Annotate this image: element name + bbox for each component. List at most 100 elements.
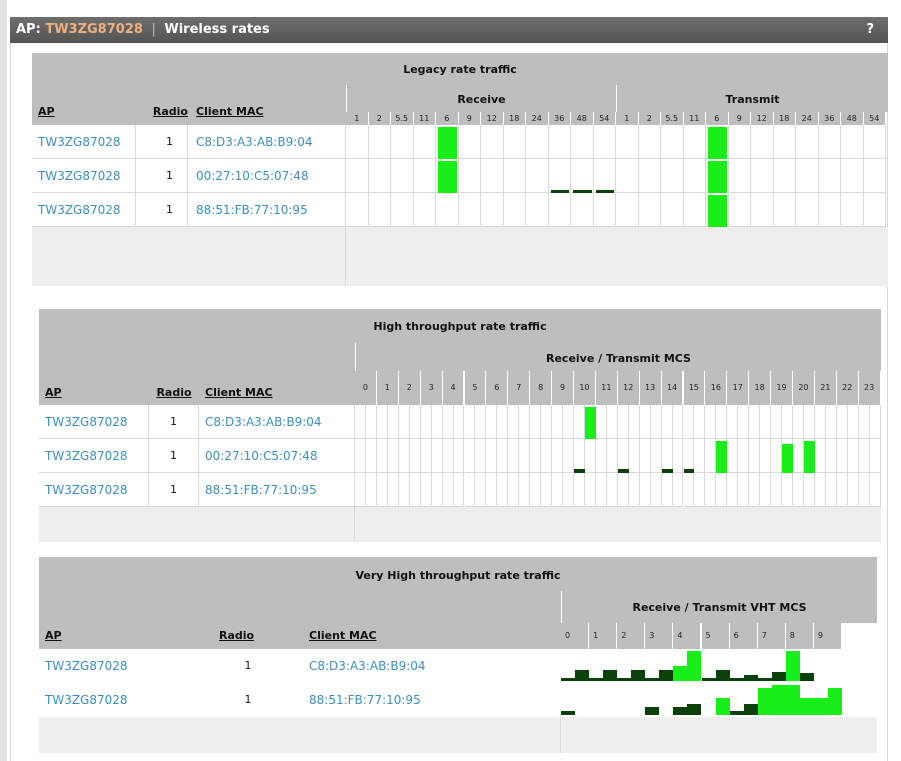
ht-row-client-mac[interactable]: 00:27:10:C5:07:48 (199, 439, 355, 473)
client-mac-column-header[interactable]: Client MAC (299, 623, 561, 649)
vht-row-ap[interactable]: TW3ZG87028 (39, 683, 219, 717)
ht-rx-cell (771, 473, 783, 507)
ht-row-ap[interactable]: TW3ZG87028 (39, 439, 149, 473)
ht-rx-cell (661, 473, 673, 507)
legacy-row-client-mac[interactable]: 88:51:FB:77:10:95 (188, 193, 346, 227)
legacy-tx-cell (661, 159, 684, 193)
ht-mcs-4: 4 (442, 371, 465, 405)
client-mac-column-header[interactable]: Client MAC (188, 99, 346, 125)
radio-column-header[interactable]: Radio (136, 99, 188, 125)
ht-row-ap[interactable]: TW3ZG87028 (39, 473, 149, 507)
ht-rx-cell (771, 405, 783, 439)
legacy-tx-bar-6 (708, 127, 727, 159)
ht-tx-cell (431, 473, 443, 507)
ht-rx-cell (858, 439, 870, 473)
client-mac-column-header-label[interactable]: Client MAC (205, 386, 273, 399)
ht-rx-cell (398, 439, 410, 473)
legacy-row-ap[interactable]: TW3ZG87028 (32, 125, 136, 159)
vht-row-client-mac[interactable]: C8:D3:A3:AB:B9:04 (299, 649, 561, 683)
ht-rx-cell (442, 439, 454, 473)
legacy-tx-cell (616, 193, 639, 227)
vht-mcs-filler (842, 623, 877, 649)
legacy-tx-rate-11: 11 (683, 112, 706, 125)
vht-row-client-mac[interactable]: 88:51:FB:77:10:95 (299, 683, 561, 717)
legacy-row-client-mac[interactable]: C8:D3:A3:AB:B9:04 (188, 125, 346, 159)
legacy-row-client-mac[interactable]: 00:27:10:C5:07:48 (188, 159, 346, 193)
radio-column-header[interactable]: Radio (149, 381, 199, 405)
ht-rx-cell (355, 405, 366, 439)
client-mac-column-header[interactable]: Client MAC (199, 381, 355, 405)
legacy-row-ap[interactable]: TW3ZG87028 (32, 193, 136, 227)
ap-column-header-label[interactable]: AP (45, 386, 62, 399)
legacy-tx-cell (638, 193, 661, 227)
ht-mcs-9: 9 (552, 371, 574, 405)
legacy-tx-cell (841, 193, 864, 227)
radio-column-header-label[interactable]: Radio (153, 105, 188, 118)
ap-column-header[interactable]: AP (39, 623, 219, 649)
ap-column-header-label[interactable]: AP (38, 105, 55, 118)
legacy-tx-cell (616, 125, 639, 159)
ht-row-client-mac[interactable]: C8:D3:A3:AB:B9:04 (199, 405, 355, 439)
vht-rx-bar-6 (729, 711, 744, 715)
ht-tx-cell (519, 405, 531, 439)
ht-tx-cell (475, 473, 487, 507)
legacy-rx-cell (458, 159, 481, 193)
ap-name-link[interactable]: TW3ZG87028 (45, 22, 143, 37)
legacy-rx-cell (368, 125, 391, 159)
ht-rx-cell (705, 405, 717, 439)
ap-column-header[interactable]: AP (39, 381, 149, 405)
legacy-tx-cell (773, 125, 796, 159)
ht-rx-cell (617, 439, 629, 473)
client-mac-column-header-label[interactable]: Client MAC (196, 105, 264, 118)
legacy-tx-rate-6: 6 (706, 112, 729, 125)
legacy-rx-rate-6: 6 (436, 112, 459, 125)
radio-column-header-label[interactable]: Radio (219, 629, 254, 642)
ht-rx-cell (508, 405, 520, 439)
ht-rx-cell (858, 473, 870, 507)
client-mac-column-header-label[interactable]: Client MAC (309, 629, 377, 642)
legacy-tx-cell (638, 125, 661, 159)
ht-rx-cell (595, 439, 607, 473)
ht-rx-cell (552, 439, 564, 473)
ht-rx-cell (836, 439, 848, 473)
ht-mcs-5: 5 (464, 371, 487, 405)
legacy-rx-cell (526, 193, 549, 227)
vht-rx-bar-9 (813, 698, 828, 715)
vht-rx-bar-5 (701, 678, 716, 681)
ht-mcs-19: 19 (771, 371, 793, 405)
ht-rx-cell (398, 405, 410, 439)
legacy-rx-rate-18: 18 (503, 112, 526, 125)
ht-mcs-13: 13 (639, 371, 662, 405)
vht-tx-bar-3 (659, 670, 674, 681)
vht-row-ap[interactable]: TW3ZG87028 (39, 649, 219, 683)
vht-tx-bar-1 (603, 670, 618, 681)
ht-tx-cell (825, 439, 837, 473)
legacy-rx-cell (481, 159, 504, 193)
legacy-rx-cell (593, 159, 616, 193)
ap-column-header[interactable]: AP (32, 99, 136, 125)
ht-title: High throughput rate traffic (39, 309, 881, 343)
ht-mcs-21: 21 (814, 371, 837, 405)
ht-mcs-20: 20 (793, 371, 815, 405)
ht-row-ap[interactable]: TW3ZG87028 (39, 405, 149, 439)
ht-tx-cell (650, 439, 662, 473)
legacy-row-radio: 1 (136, 125, 188, 159)
legacy-tx-cell (796, 159, 819, 193)
vht-rx-bar-0 (561, 711, 576, 715)
ht-tx-bar-16 (716, 441, 728, 473)
ap-column-header-label[interactable]: AP (45, 629, 62, 642)
legacy-tx-cell (728, 125, 751, 159)
ht-mcs-0: 0 (355, 371, 377, 405)
ht-rx-cell (574, 439, 585, 473)
vht-tx-bar-8 (799, 673, 814, 681)
ht-tx-cell (409, 405, 421, 439)
ht-rx-cell (793, 405, 804, 439)
ht-tx-cell (584, 473, 596, 507)
legacy-row-ap[interactable]: TW3ZG87028 (32, 159, 136, 193)
radio-column-header[interactable]: Radio (219, 623, 299, 649)
radio-column-header-label[interactable]: Radio (156, 386, 191, 399)
help-button[interactable]: ? (866, 17, 874, 43)
ht-row-client-mac[interactable]: 88:51:FB:77:10:95 (199, 473, 355, 507)
legacy-rx-bar-6 (438, 127, 457, 159)
ht-tx-cell (365, 405, 377, 439)
